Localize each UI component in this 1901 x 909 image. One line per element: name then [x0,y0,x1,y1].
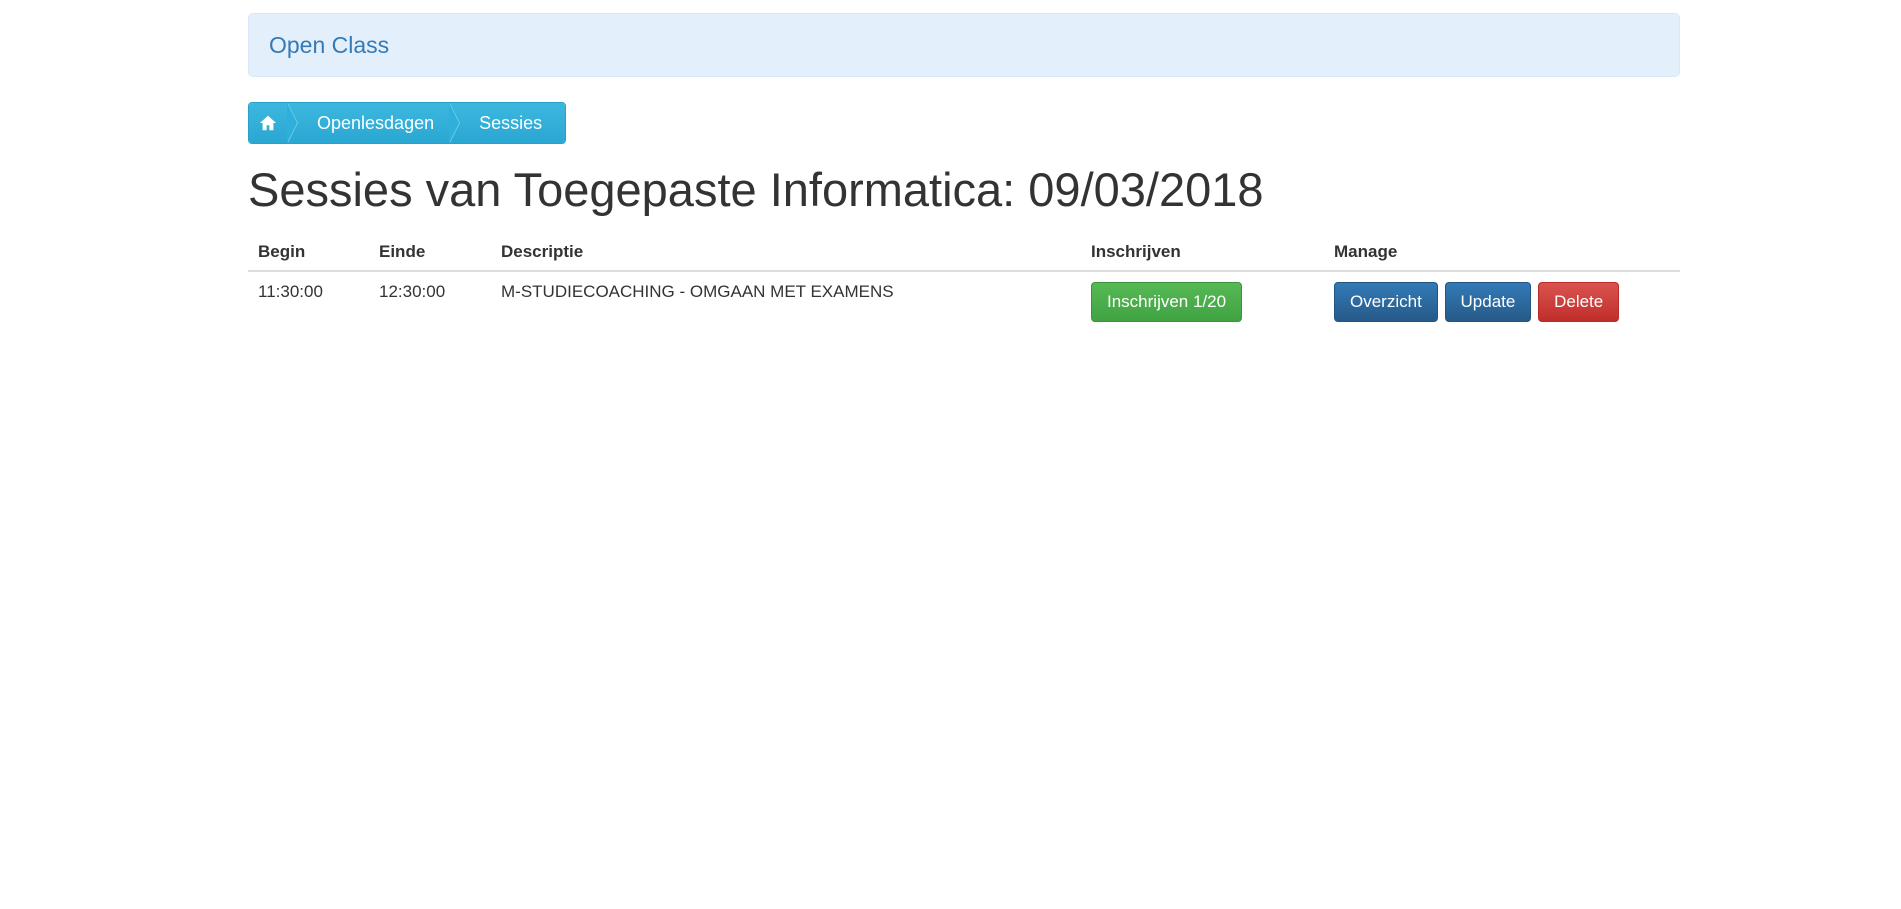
breadcrumb-item-sessies[interactable]: Sessies [449,103,566,143]
breadcrumb-item-openlesdagen[interactable]: Openlesdagen [287,103,461,143]
brand-link[interactable]: Open Class [269,32,389,59]
column-header-descriptie: Descriptie [491,233,1081,272]
cell-einde: 12:30:00 [379,281,446,301]
cell-inschrijven: Inschrijven 1/20 [1081,271,1324,333]
breadcrumb: Openlesdagen Sessies [248,102,567,144]
main-container: Open Class Openlesdagen Sessies Sessies … [248,13,1680,332]
table-header-row: Begin Einde Descriptie Inschrijven Manag… [248,233,1680,272]
breadcrumb-home[interactable] [249,103,298,143]
column-header-einde: Einde [369,233,491,272]
table-row: 11:30:00 12:30:00 M-STUDIECOACHING - OMG… [248,271,1680,333]
cell-descriptie: M-STUDIECOACHING - OMGAAN MET EXAMENS [501,281,894,301]
cell-manage: Overzicht Update Delete [1324,271,1680,333]
sessions-table: Begin Einde Descriptie Inschrijven Manag… [248,233,1680,333]
navbar: Open Class [248,13,1680,77]
column-header-inschrijven: Inschrijven [1081,233,1324,272]
column-header-manage: Manage [1324,233,1680,272]
delete-button[interactable]: Delete [1538,281,1620,323]
inschrijven-button[interactable]: Inschrijven 1/20 [1091,281,1243,323]
update-button[interactable]: Update [1444,281,1532,323]
overzicht-button[interactable]: Overzicht [1334,281,1438,323]
column-header-begin: Begin [248,233,369,272]
page-title: Sessies van Toegepaste Informatica: 09/0… [248,163,1264,216]
home-icon [259,115,277,131]
cell-begin: 11:30:00 [258,281,323,301]
